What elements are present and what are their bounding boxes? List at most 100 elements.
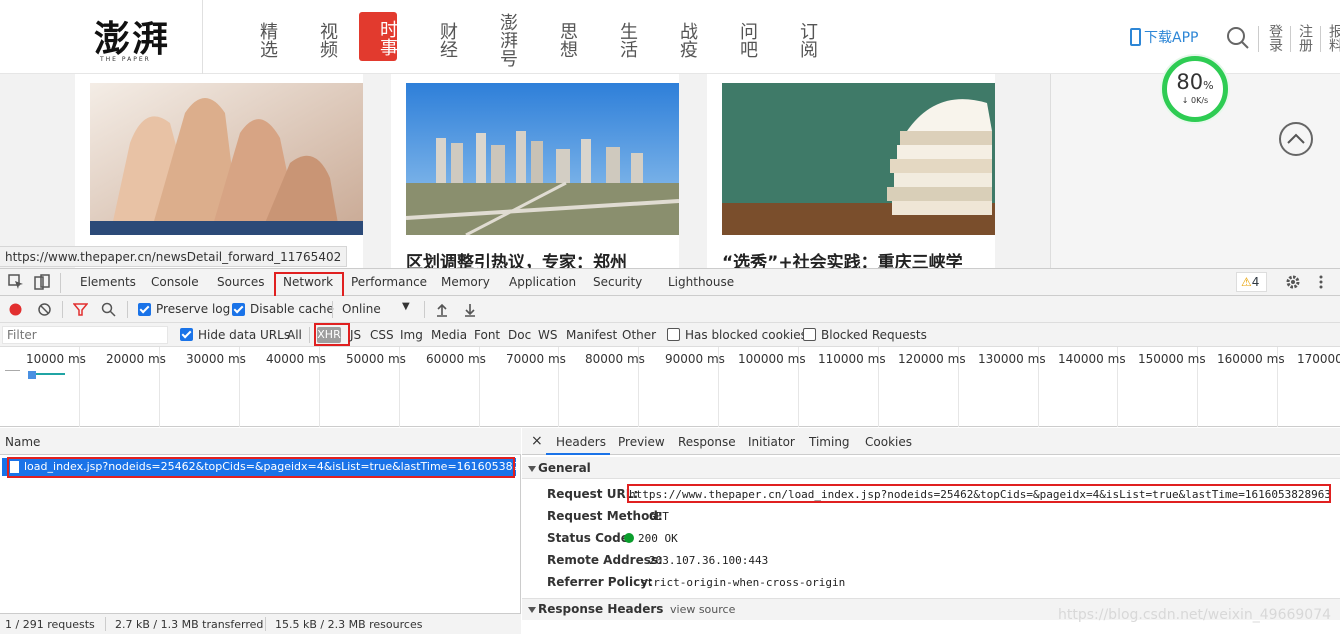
divider: [309, 327, 310, 343]
status-ok-dot: [624, 533, 634, 543]
filter-type-manifest[interactable]: Manifest: [566, 328, 617, 342]
back-to-top-icon[interactable]: [1279, 122, 1313, 156]
report-link[interactable]: 报料: [1327, 24, 1340, 52]
disable-cache-label[interactable]: Disable cache: [250, 302, 334, 316]
filter-input[interactable]: [2, 326, 168, 344]
nav-item-subscribe[interactable]: 订阅: [779, 12, 818, 68]
gear-icon[interactable]: [1285, 274, 1301, 290]
tab-console[interactable]: Console: [151, 275, 199, 289]
filter-type-font[interactable]: Font: [474, 328, 500, 342]
filter-type-all[interactable]: All: [287, 328, 302, 342]
timeline-tick-label: 20000 ms: [106, 352, 166, 366]
logo-divider: [202, 0, 203, 74]
search-icon[interactable]: [101, 302, 116, 317]
tab-cookies[interactable]: Cookies: [865, 435, 912, 449]
chevron-down-icon[interactable]: ▼: [402, 301, 410, 312]
download-app-link[interactable]: 下载APP: [1130, 27, 1198, 47]
performance-widget[interactable]: 80% ↓ 0K/s: [1162, 56, 1228, 122]
filter-type-js[interactable]: JS: [350, 328, 361, 342]
website-viewport: 澎湃 THE PAPER 精选 视频 时事 财经 澎湃号 思想 生活 战疫 问吧…: [0, 0, 1340, 268]
tab-response[interactable]: Response: [678, 435, 736, 449]
blocked-requests-label[interactable]: Blocked Requests: [821, 328, 927, 342]
nav-item-thought[interactable]: 思想: [539, 12, 578, 68]
nav-item-finance[interactable]: 财经: [419, 12, 458, 68]
timeline-request-bar: [28, 371, 36, 379]
header-divider: [1290, 26, 1291, 52]
filter-type-img[interactable]: Img: [400, 328, 423, 342]
hide-data-urls-label[interactable]: Hide data URLs: [198, 328, 290, 342]
divider: [105, 617, 106, 631]
tab-preview[interactable]: Preview: [618, 435, 665, 449]
active-tab-indicator: [546, 453, 610, 455]
referrer-policy-key: Referrer Policy:: [547, 575, 653, 589]
tab-performance[interactable]: Performance: [351, 275, 427, 289]
disable-cache-checkbox[interactable]: [232, 303, 245, 316]
tab-security[interactable]: Security: [593, 275, 642, 289]
filter-type-css[interactable]: CSS: [370, 328, 394, 342]
timeline-tick-label: 100000 ms: [738, 352, 806, 366]
news-card[interactable]: 区划调整引热议，专家：郑州: [391, 74, 679, 268]
inspect-element-icon[interactable]: [8, 274, 24, 290]
hide-data-urls-checkbox[interactable]: [180, 328, 193, 341]
warnings-badge[interactable]: ⚠4: [1236, 272, 1267, 292]
clear-icon[interactable]: [37, 302, 52, 317]
timeline-tick-label: 90000 ms: [665, 352, 725, 366]
nav-item-video[interactable]: 视频: [299, 12, 338, 68]
tab-lighthouse[interactable]: Lighthouse: [668, 275, 734, 289]
nav-item-ask[interactable]: 问吧: [719, 12, 758, 68]
network-filter-bar: Hide data URLs All XHR JS CSS Img Media …: [0, 323, 1340, 347]
nav-item-life[interactable]: 生活: [599, 12, 638, 68]
import-har-icon[interactable]: [435, 302, 449, 317]
news-image-applause[interactable]: [90, 83, 363, 235]
preserve-log-label[interactable]: Preserve log: [156, 302, 230, 316]
tab-application[interactable]: Application: [509, 275, 576, 289]
record-icon[interactable]: [8, 302, 23, 317]
name-column-header[interactable]: Name: [0, 428, 521, 455]
filter-type-doc[interactable]: Doc: [508, 328, 531, 342]
tab-memory[interactable]: Memory: [441, 275, 490, 289]
filter-icon[interactable]: [73, 302, 88, 317]
news-title[interactable]: “选秀”+社会实践：重庆三峡学: [722, 248, 996, 268]
search-icon[interactable]: [1222, 22, 1254, 54]
filter-type-ws[interactable]: WS: [538, 328, 557, 342]
news-title[interactable]: 区划调整引热议，专家：郑州: [406, 248, 680, 268]
news-card[interactable]: [75, 74, 363, 268]
device-toolbar-icon[interactable]: [34, 274, 50, 290]
register-link[interactable]: 注册: [1297, 24, 1313, 52]
filter-type-media[interactable]: Media: [431, 328, 467, 342]
watermark: https://blog.csdn.net/weixin_49669074: [1058, 607, 1332, 623]
blocked-requests-checkbox[interactable]: [803, 328, 816, 341]
export-har-icon[interactable]: [463, 302, 477, 317]
filter-type-other[interactable]: Other: [622, 328, 656, 342]
tab-sources[interactable]: Sources: [217, 275, 264, 289]
throttling-select[interactable]: Online: [342, 302, 381, 316]
timeline-tick-label: 140000 ms: [1058, 352, 1126, 366]
logo-subtitle: THE PAPER: [100, 56, 151, 63]
nav-item-featured[interactable]: 精选: [239, 12, 278, 68]
timeline-request-bar: [36, 373, 65, 375]
nav-item-current-affairs[interactable]: 时事: [359, 12, 398, 61]
site-logo[interactable]: 澎湃 THE PAPER: [94, 10, 194, 66]
logo-text: 澎湃: [94, 18, 171, 60]
news-image-books[interactable]: [722, 83, 995, 235]
nav-item-pengpai-hao[interactable]: 澎湃号: [479, 12, 518, 68]
news-card[interactable]: “选秀”+社会实践：重庆三峡学: [707, 74, 995, 268]
preserve-log-checkbox[interactable]: [138, 303, 151, 316]
nav-item-epidemic[interactable]: 战疫: [659, 12, 698, 68]
general-section-header[interactable]: General: [522, 457, 1340, 479]
news-image-city[interactable]: [406, 83, 679, 235]
login-link[interactable]: 登录: [1267, 24, 1283, 52]
close-icon[interactable]: ×: [531, 433, 543, 449]
view-source-link[interactable]: view source: [670, 603, 735, 616]
has-blocked-cookies-checkbox[interactable]: [667, 328, 680, 341]
network-overview-timeline[interactable]: 10000 ms 20000 ms 30000 ms 40000 ms 5000…: [0, 347, 1340, 427]
more-options-icon[interactable]: [1316, 274, 1326, 290]
request-method-value: GET: [649, 510, 669, 523]
tab-timing[interactable]: Timing: [809, 435, 850, 449]
divider: [60, 273, 61, 293]
tab-headers[interactable]: Headers: [556, 435, 606, 449]
divider: [127, 301, 128, 318]
tab-initiator[interactable]: Initiator: [748, 435, 795, 449]
has-blocked-cookies-label[interactable]: Has blocked cookies: [685, 328, 807, 342]
tab-elements[interactable]: Elements: [80, 275, 136, 289]
